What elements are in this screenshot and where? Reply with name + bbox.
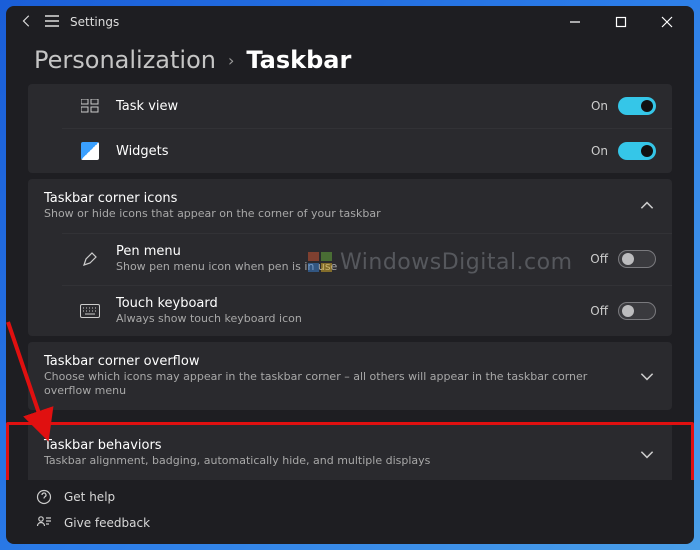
feedback-icon [36, 515, 52, 531]
taskview-icon [78, 94, 102, 118]
pen-menu-label: Pen menu [116, 244, 590, 259]
back-button[interactable] [20, 14, 34, 31]
content-area: Task view On Widgets On Taskbar corner i… [6, 84, 694, 480]
give-feedback-label: Give feedback [64, 516, 150, 530]
keyboard-icon [78, 299, 102, 323]
taskview-state: On [591, 99, 608, 113]
pen-menu-state: Off [590, 252, 608, 266]
widgets-icon [78, 139, 102, 163]
widgets-label: Widgets [116, 144, 591, 159]
help-icon [36, 489, 52, 505]
chevron-down-icon [638, 445, 656, 463]
breadcrumb-parent[interactable]: Personalization [34, 46, 216, 74]
breadcrumb-separator: › [228, 51, 234, 70]
touch-keyboard-row: Touch keyboard Always show touch keyboar… [62, 285, 672, 336]
app-title: Settings [70, 15, 119, 29]
taskview-label: Task view [116, 99, 591, 114]
pen-menu-row: Pen menu Show pen menu icon when pen is … [62, 233, 672, 284]
touch-keyboard-desc: Always show touch keyboard icon [116, 312, 590, 326]
corner-overflow-desc: Choose which icons may appear in the tas… [44, 370, 630, 399]
widgets-row: Widgets On [62, 128, 672, 173]
minimize-button[interactable] [552, 6, 598, 38]
taskview-row: Task view On [62, 84, 672, 128]
touch-keyboard-label: Touch keyboard [116, 296, 590, 311]
taskbar-behaviors-title: Taskbar behaviors [44, 438, 630, 453]
settings-window: Settings Personalization › Taskbar Task … [6, 6, 694, 544]
corner-overflow-title: Taskbar corner overflow [44, 354, 630, 369]
pen-menu-toggle[interactable] [618, 250, 656, 268]
corner-icons-desc: Show or hide icons that appear on the co… [44, 207, 630, 221]
taskview-toggle[interactable] [618, 97, 656, 115]
get-help-link[interactable]: Get help [32, 484, 668, 510]
corner-icons-card: Taskbar corner icons Show or hide icons … [28, 179, 672, 336]
touch-keyboard-state: Off [590, 304, 608, 318]
chevron-down-icon [638, 367, 656, 385]
menu-button[interactable] [44, 14, 60, 31]
titlebar: Settings [6, 6, 694, 38]
footer-links: Get help Give feedback [6, 480, 694, 544]
widgets-toggle[interactable] [618, 142, 656, 160]
taskbar-behaviors-card[interactable]: Taskbar behaviors Taskbar alignment, bad… [28, 422, 672, 480]
pen-menu-desc: Show pen menu icon when pen is in use [116, 260, 590, 274]
widgets-state: On [591, 144, 608, 158]
close-button[interactable] [644, 6, 690, 38]
pen-icon [78, 247, 102, 271]
get-help-label: Get help [64, 490, 115, 504]
corner-icons-title: Taskbar corner icons [44, 191, 630, 206]
touch-keyboard-toggle[interactable] [618, 302, 656, 320]
chevron-up-icon [638, 197, 656, 215]
taskbar-behaviors-desc: Taskbar alignment, badging, automaticall… [44, 454, 630, 468]
corner-icons-header[interactable]: Taskbar corner icons Show or hide icons … [28, 179, 672, 233]
taskbar-items-card: Task view On Widgets On [28, 84, 672, 173]
breadcrumb-current: Taskbar [246, 46, 351, 74]
breadcrumb: Personalization › Taskbar [6, 38, 694, 84]
corner-overflow-card[interactable]: Taskbar corner overflow Choose which ico… [28, 342, 672, 411]
give-feedback-link[interactable]: Give feedback [32, 510, 668, 536]
maximize-button[interactable] [598, 6, 644, 38]
